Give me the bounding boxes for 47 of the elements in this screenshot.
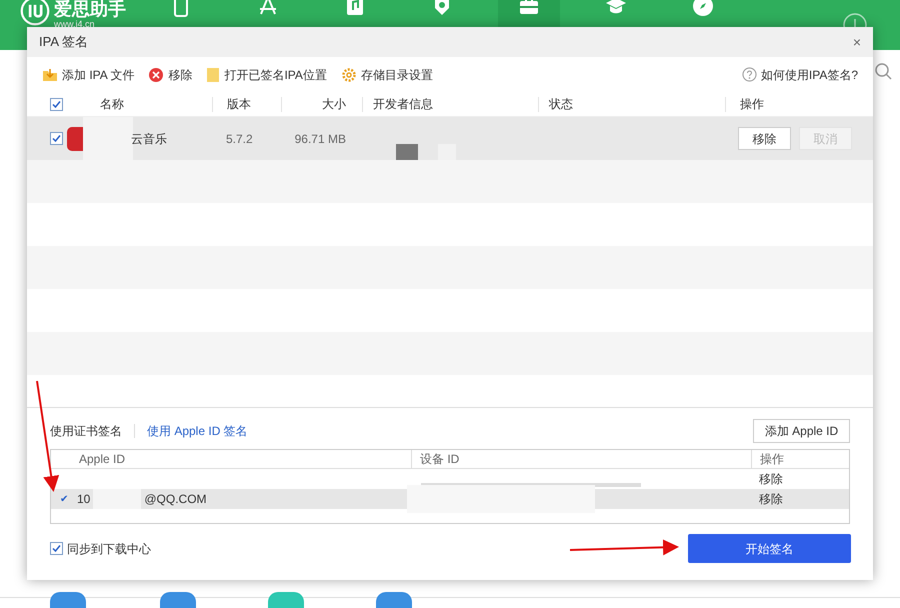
toolbar-button[interactable]: 存储目录设置 <box>340 66 433 84</box>
sign-tab[interactable]: 使用 Apple ID 签名 <box>147 422 248 440</box>
column-header: 名称 <box>100 96 124 113</box>
table-cell: 5.7.2 <box>226 132 253 146</box>
folder-icon <box>206 66 220 82</box>
settings-icon <box>340 66 357 82</box>
app-name: 云音乐 <box>131 130 167 148</box>
sign-tab[interactable]: 使用证书签名 <box>50 422 122 440</box>
column-header: 状态 <box>549 96 573 113</box>
column-header: Apple ID <box>78 451 126 468</box>
help-link[interactable]: 如何使用IPA签名? <box>742 66 858 84</box>
column-header: 版本 <box>227 96 251 113</box>
folder-add-icon <box>42 66 58 82</box>
toolbar-button[interactable]: 打开已签名IPA位置 <box>206 66 327 84</box>
website-url: www.i4.cn <box>54 20 96 29</box>
column-header: 操作 <box>751 450 849 468</box>
toolbar-button[interactable]: 添加 IPA 文件 <box>42 66 134 84</box>
row-button[interactable]: 移除 <box>738 127 791 150</box>
close-button[interactable]: × <box>852 32 861 52</box>
app-icon[interactable] <box>50 592 86 608</box>
toolbar-button[interactable]: 移除 <box>148 66 192 84</box>
logo-text: 爱思助手 <box>54 0 126 18</box>
apple-id-text: @QQ.COM <box>144 491 207 508</box>
help-icon <box>742 67 757 82</box>
checkbox[interactable] <box>50 98 62 110</box>
column-header: 大小 <box>322 96 346 113</box>
redaction-block <box>396 144 418 160</box>
remove-link[interactable]: 移除 <box>759 470 783 488</box>
column-header: 操作 <box>740 96 764 113</box>
column-header: 设备 ID <box>411 450 751 468</box>
column-header: 开发者信息 <box>373 96 433 113</box>
app-icon[interactable] <box>376 592 412 608</box>
table-cell-text: 96.71 MB <box>294 130 346 148</box>
app-icon[interactable] <box>160 592 196 608</box>
remove-link[interactable]: 移除 <box>759 490 783 508</box>
checkbox[interactable] <box>50 542 63 555</box>
window-title: IPA 签名 <box>39 33 88 52</box>
redaction-block <box>93 489 142 509</box>
app-icon[interactable] <box>268 592 304 608</box>
checkbox-label: 同步到下载中心 <box>67 540 151 558</box>
apple-id-text: 10 <box>77 491 90 508</box>
remove-icon <box>148 66 164 82</box>
logo-icon <box>20 0 50 26</box>
checkbox[interactable] <box>50 132 62 145</box>
add-apple-id-button[interactable]: 添加 Apple ID <box>753 419 850 443</box>
check-mark: ✔ <box>59 492 69 506</box>
start-sign-button[interactable]: 开始签名 <box>688 534 851 563</box>
